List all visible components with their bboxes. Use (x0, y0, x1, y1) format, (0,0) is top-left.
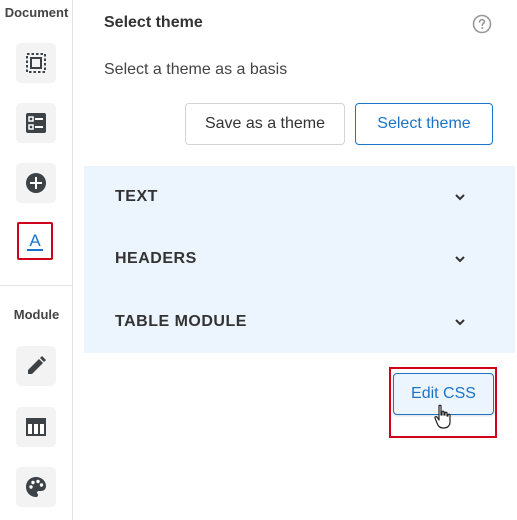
add-element-button[interactable] (16, 163, 56, 203)
edit-module-button[interactable] (16, 346, 56, 386)
table-layout-button[interactable] (16, 407, 56, 447)
add-circle-icon (26, 173, 46, 193)
text-style-icon: A (27, 231, 43, 251)
chevron-down-icon (455, 194, 465, 201)
left-toolbar: Document A Module (0, 0, 73, 520)
layout-list-icon (26, 113, 46, 133)
accordion-item-text[interactable]: TEXT (84, 166, 515, 228)
palette-button[interactable] (16, 467, 56, 507)
pencil-icon (28, 356, 46, 374)
accordion-item-headers[interactable]: HEADERS (84, 228, 515, 290)
help-circle-icon[interactable] (472, 14, 492, 34)
panel-subtitle: Select a theme as a basis (104, 61, 288, 78)
hand-pointer-icon (434, 404, 451, 429)
accordion-label: HEADERS (115, 250, 197, 267)
save-as-theme-button[interactable]: Save as a theme (185, 103, 345, 145)
select-theme-button[interactable]: Select theme (355, 103, 493, 145)
theme-panel: Select theme Select a theme as a basis S… (74, 0, 517, 520)
table-layout-icon (26, 418, 46, 436)
accordion-item-table-module[interactable]: TABLE MODULE (84, 291, 515, 353)
text-style-button[interactable]: A (17, 222, 53, 260)
svg-text:A: A (29, 231, 41, 250)
chevron-down-icon (455, 256, 465, 263)
select-area-icon (26, 53, 46, 73)
chevron-down-icon (455, 319, 465, 326)
accordion-label: TEXT (115, 188, 158, 205)
toolbar-divider (0, 285, 73, 286)
select-area-button[interactable] (16, 43, 56, 83)
accordion-label: TABLE MODULE (115, 313, 247, 330)
document-section-label: Document (4, 5, 69, 20)
palette-icon (26, 477, 46, 497)
theme-sections-accordion: TEXT HEADERS TABLE MODULE (84, 166, 515, 353)
layout-list-button[interactable] (16, 103, 56, 143)
panel-title: Select theme (104, 14, 203, 31)
module-section-label: Module (13, 307, 60, 322)
